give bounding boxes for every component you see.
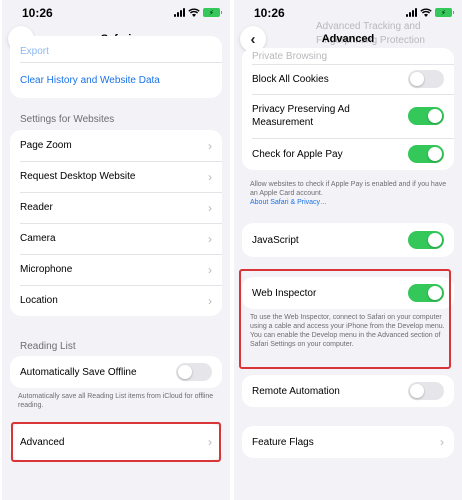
reading-list-header: Reading List: [20, 341, 76, 352]
feature-flags-row[interactable]: Feature Flags ›: [242, 426, 454, 458]
website-setting-row[interactable]: Request Desktop Website ›: [10, 161, 222, 192]
save-offline-toggle[interactable]: [176, 363, 212, 381]
block-cookies-label: Block All Cookies: [252, 73, 329, 85]
microphone-label: Microphone: [20, 264, 73, 275]
status-icons: ⚡: [174, 8, 222, 17]
status-bar: 10:26 ⚡: [2, 6, 230, 22]
block-cookies-toggle[interactable]: [408, 70, 444, 88]
status-icons: ⚡: [406, 8, 454, 17]
page-title: Advanced: [321, 33, 375, 45]
location-label: Location: [20, 295, 58, 306]
about-privacy-link[interactable]: About Safari & Privacy…: [250, 198, 450, 207]
apple-pay-footer: Allow websites to check if Apple Pay is …: [250, 180, 450, 207]
website-setting-row[interactable]: Camera ›: [10, 223, 222, 254]
remote-automation-label: Remote Automation: [252, 385, 340, 397]
feature-flags-label: Feature Flags: [252, 436, 314, 448]
reading-list-group: Automatically Save Offline: [10, 356, 222, 388]
remote-automation-row: Remote Automation: [242, 375, 454, 407]
chevron-right-icon: ›: [208, 262, 212, 277]
private-browsing-row[interactable]: Private Browsing: [242, 48, 454, 64]
export-label: Export: [20, 45, 49, 57]
privacy-ad-row: Privacy Preserving Ad Measurement: [242, 94, 454, 138]
privacy-group: Private Browsing Block All Cookies Priva…: [242, 48, 454, 170]
website-setting-row[interactable]: Location ›: [10, 285, 222, 316]
privacy-ad-label: Privacy Preserving Ad Measurement: [252, 104, 350, 128]
apple-pay-row: Check for Apple Pay: [242, 138, 454, 170]
safari-settings-screen: 10:26 ⚡ ‹ Safari Export Clear History an…: [2, 0, 230, 500]
javascript-toggle[interactable]: [408, 231, 444, 249]
chevron-right-icon: ›: [208, 200, 212, 215]
javascript-label: JavaScript: [252, 234, 299, 246]
battery-icon: ⚡: [435, 8, 454, 17]
block-cookies-row: Block All Cookies: [242, 64, 454, 94]
website-setting-row[interactable]: Page Zoom ›: [10, 130, 222, 161]
reader-label: Reader: [20, 202, 53, 213]
highlight-box: [11, 422, 221, 462]
signal-icon: [406, 8, 417, 17]
chevron-right-icon: ›: [208, 138, 212, 153]
status-time: 10:26: [254, 6, 285, 20]
chevron-right-icon: ›: [208, 293, 212, 308]
wifi-icon: [188, 8, 200, 17]
battery-charging-glyph: ⚡: [209, 9, 214, 17]
reading-list-footer: Automatically save all Reading List item…: [18, 393, 214, 409]
apple-pay-toggle[interactable]: [408, 145, 444, 163]
battery-charging-glyph: ⚡: [441, 9, 446, 17]
apple-pay-footer-text: Allow websites to check if Apple Pay is …: [250, 181, 447, 197]
website-setting-row[interactable]: Microphone ›: [10, 254, 222, 285]
settings-for-websites-header: Settings for Websites: [20, 114, 115, 125]
chevron-right-icon: ›: [208, 231, 212, 246]
highlight-box: [239, 269, 451, 369]
private-browsing-label: Private Browsing: [252, 50, 328, 62]
javascript-row: JavaScript: [242, 223, 454, 257]
export-row[interactable]: Export: [10, 36, 222, 62]
remote-automation-group: Remote Automation: [242, 375, 454, 407]
website-setting-row[interactable]: Reader ›: [10, 192, 222, 223]
advanced-settings-screen: Advanced Tracking and Fingerprinting Pro…: [234, 0, 462, 500]
javascript-group: JavaScript: [242, 223, 454, 257]
feature-flags-group: Feature Flags ›: [242, 426, 454, 458]
wifi-icon: [420, 8, 432, 17]
clear-history-label: Clear History and Website Data: [20, 74, 160, 86]
status-bar: 10:26 ⚡: [234, 6, 462, 22]
battery-icon: ⚡: [203, 8, 222, 17]
page-zoom-label: Page Zoom: [20, 140, 72, 151]
website-settings-group: Page Zoom › Request Desktop Website › Read…: [10, 130, 222, 316]
apple-pay-label: Check for Apple Pay: [252, 148, 343, 160]
signal-icon: [174, 8, 185, 17]
chevron-right-icon: ›: [208, 169, 212, 184]
save-offline-label: Automatically Save Offline: [20, 366, 137, 378]
camera-label: Camera: [20, 233, 56, 244]
history-group: Export Clear History and Website Data: [10, 36, 222, 98]
remote-automation-toggle[interactable]: [408, 382, 444, 400]
request-desktop-label: Request Desktop Website: [20, 171, 136, 182]
privacy-ad-toggle[interactable]: [408, 107, 444, 125]
clear-history-row[interactable]: Clear History and Website Data: [10, 62, 222, 98]
chevron-right-icon: ›: [440, 435, 444, 449]
save-offline-row: Automatically Save Offline: [10, 356, 222, 388]
status-time: 10:26: [22, 6, 53, 20]
screenshot-root: 10:26 ⚡ ‹ Safari Export Clear History an…: [0, 0, 462, 500]
